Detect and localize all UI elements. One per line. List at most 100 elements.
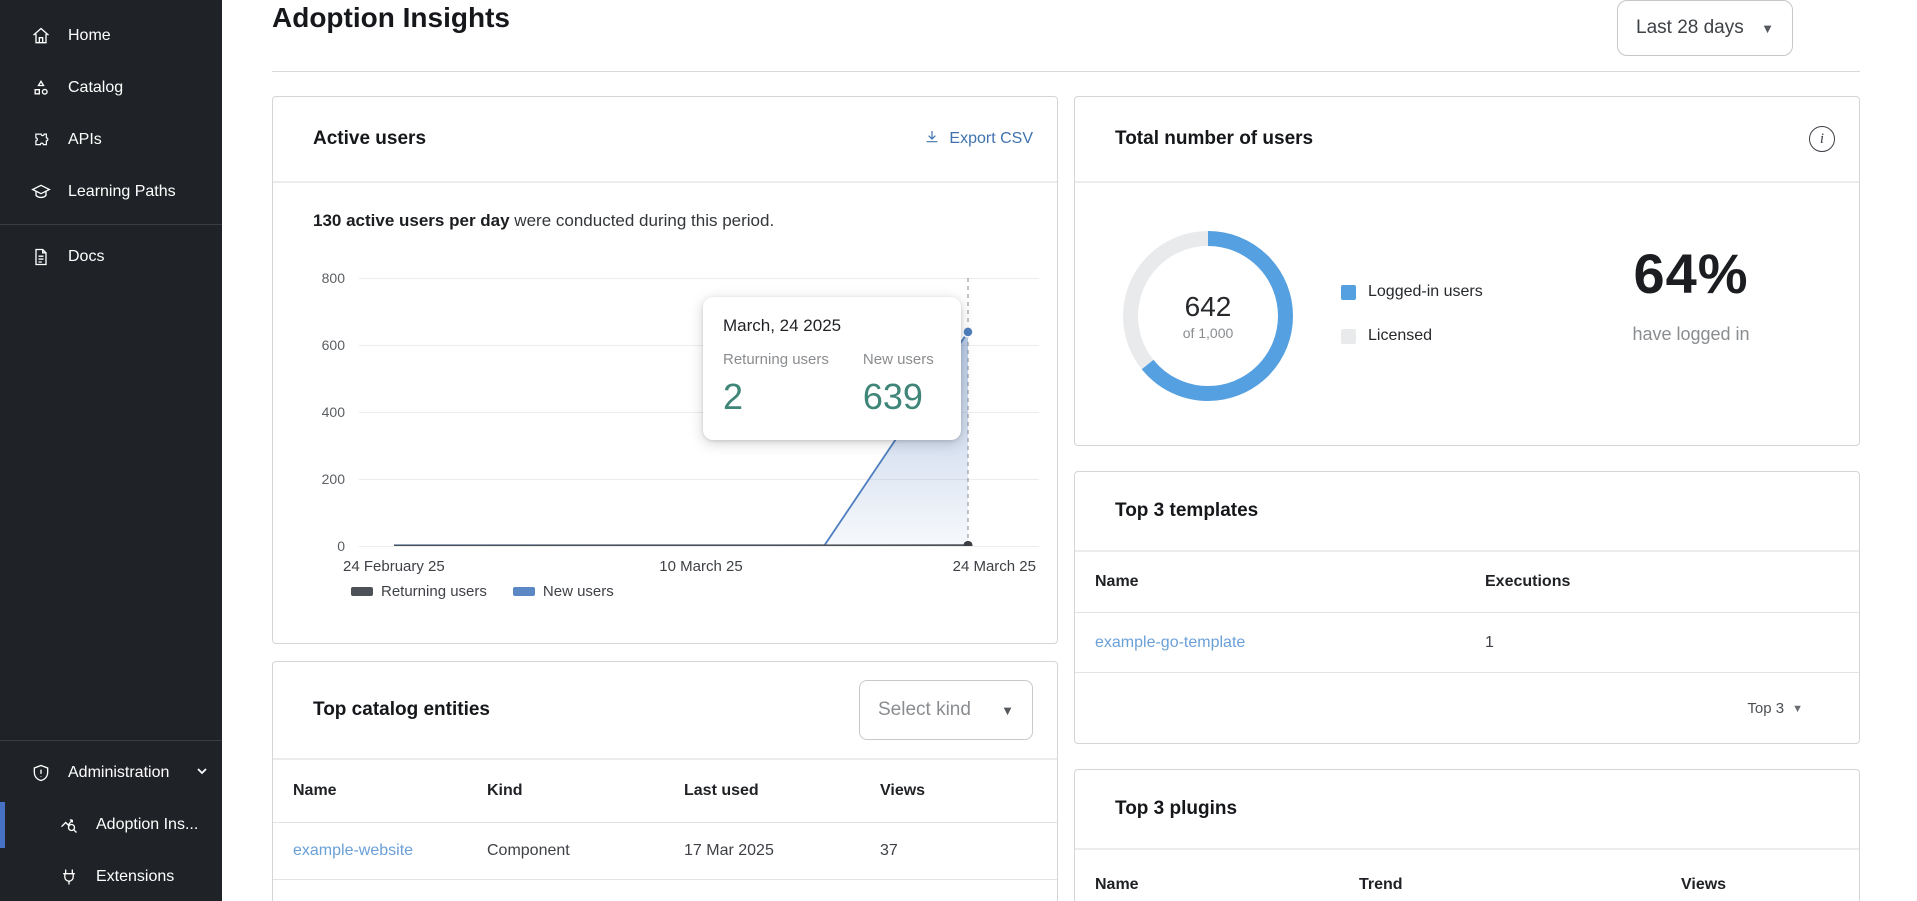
active-indicator xyxy=(0,802,5,848)
chart-headline: 130 active users per day were conducted … xyxy=(313,211,774,231)
donut-chart: 642 of 1,000 xyxy=(1123,231,1293,401)
table-header-row: Name Executions xyxy=(1075,552,1859,613)
y-axis-tick: 800 xyxy=(273,270,345,286)
percent-value: 64% xyxy=(1561,241,1821,306)
page-header: Adoption Insights Last 28 days ▼ xyxy=(272,0,1860,72)
sidebar-item-label: Home xyxy=(68,27,111,45)
adoption-insights-icon xyxy=(58,814,80,836)
rows-shown-label: Top 3 xyxy=(1747,700,1784,717)
tooltip-returning-users: Returning users 2 xyxy=(723,351,829,418)
top-plugins-card: Top 3 plugins Name Trend Views xyxy=(1074,769,1860,901)
learning-paths-icon xyxy=(30,181,52,203)
x-axis-tick: 10 March 25 xyxy=(641,558,761,575)
entity-link[interactable]: example-website xyxy=(293,842,487,860)
table-row: example-website Component 17 Mar 2025 37 xyxy=(273,823,1057,880)
column-header: Name xyxy=(1095,573,1485,591)
main-content: Adoption Insights Last 28 days ▼ Active … xyxy=(222,0,1917,901)
card-title: Total number of users xyxy=(1115,128,1313,150)
legend-item-licensed: Licensed xyxy=(1341,327,1483,345)
top-catalog-entities-card: Top catalog entities Select kind ▼ Name … xyxy=(272,661,1058,901)
legend-item-logged-in: Logged-in users xyxy=(1341,283,1483,301)
docs-icon xyxy=(30,246,52,268)
sidebar-item-adoption-insights[interactable]: Adoption Ins... xyxy=(0,799,222,851)
new-users-point[interactable] xyxy=(963,327,973,337)
column-header: Last used xyxy=(684,782,880,800)
template-link[interactable]: example-go-template xyxy=(1095,634,1485,652)
sidebar-item-administration[interactable]: Administration xyxy=(0,747,222,799)
select-kind-dropdown[interactable]: Select kind ▼ xyxy=(859,680,1033,740)
y-axis-tick: 200 xyxy=(273,471,345,487)
percent-caption: have logged in xyxy=(1561,324,1821,345)
cell-executions: 1 xyxy=(1485,634,1839,652)
export-csv-button[interactable]: Export CSV xyxy=(924,129,1033,150)
sidebar-item-catalog[interactable]: Catalog xyxy=(0,62,222,114)
x-axis-tick: 24 February 25 xyxy=(343,558,445,575)
sidebar-divider xyxy=(0,224,222,225)
card-title: Top 3 templates xyxy=(1115,500,1258,522)
catalog-icon xyxy=(30,77,52,99)
donut-legend: Logged-in users Licensed xyxy=(1341,283,1483,345)
legend-item-returning-users: Returning users xyxy=(351,583,487,600)
licensed-swatch xyxy=(1341,329,1356,344)
logged-in-swatch xyxy=(1341,285,1356,300)
sidebar-item-home[interactable]: Home xyxy=(0,10,222,62)
table-row: example-go-template 1 xyxy=(1075,613,1859,673)
top-templates-card: Top 3 templates Name Executions example-… xyxy=(1074,471,1860,744)
chart-legend: Returning users New users xyxy=(351,583,614,600)
sidebar: Home Catalog APIs Learning Paths Docs xyxy=(0,0,222,901)
sidebar-item-extensions[interactable]: Extensions xyxy=(0,851,222,901)
column-header: Trend xyxy=(1359,876,1681,894)
active-users-chart: 130 active users per day were conducted … xyxy=(273,183,1058,643)
column-header: Name xyxy=(293,782,487,800)
gridline xyxy=(359,546,1039,547)
card-title: Top 3 plugins xyxy=(1115,798,1237,820)
select-kind-placeholder: Select kind xyxy=(878,699,971,721)
sidebar-item-label: Administration xyxy=(68,764,169,782)
card-title: Top catalog entities xyxy=(313,699,490,721)
y-axis-tick: 600 xyxy=(273,337,345,353)
sidebar-item-label: APIs xyxy=(68,131,102,149)
cell-last-used: 17 Mar 2025 xyxy=(684,842,880,860)
sidebar-divider xyxy=(0,740,222,741)
table-pagination[interactable]: Top 3 ▼ xyxy=(1075,673,1859,744)
apis-icon xyxy=(30,129,52,151)
new-users-swatch xyxy=(513,587,535,596)
donut-value: 642 xyxy=(1185,291,1232,323)
table-header-row: Name Trend Views xyxy=(1075,850,1859,901)
download-icon xyxy=(924,129,940,150)
sidebar-item-apis[interactable]: APIs xyxy=(0,114,222,166)
column-header: Views xyxy=(1681,876,1839,894)
tooltip-new-users: New users 639 xyxy=(863,351,934,418)
info-icon[interactable]: i xyxy=(1809,126,1835,152)
shield-icon xyxy=(30,762,52,784)
legend-item-new-users: New users xyxy=(513,583,614,600)
table-header-row: Name Kind Last used Views xyxy=(273,760,1057,823)
sidebar-item-label: Catalog xyxy=(68,79,123,97)
sidebar-item-docs[interactable]: Docs xyxy=(0,231,222,283)
column-header: Name xyxy=(1095,876,1359,894)
sidebar-item-label: Learning Paths xyxy=(68,183,176,201)
y-axis-tick: 400 xyxy=(273,404,345,420)
tooltip-date: March, 24 2025 xyxy=(723,316,941,336)
caret-down-icon: ▼ xyxy=(1001,703,1014,718)
returning-users-swatch xyxy=(351,587,373,596)
chevron-down-icon xyxy=(195,764,209,783)
chart-tooltip: March, 24 2025 Returning users 2 New use… xyxy=(703,297,961,440)
column-header: Kind xyxy=(487,782,684,800)
caret-down-icon: ▼ xyxy=(1792,703,1803,715)
sidebar-item-label: Adoption Ins... xyxy=(96,816,198,834)
sidebar-item-learning-paths[interactable]: Learning Paths xyxy=(0,166,222,218)
active-users-card: Active users Export CSV 130 active users… xyxy=(272,96,1058,644)
card-title: Active users xyxy=(313,128,426,150)
column-header: Views xyxy=(880,782,1037,800)
column-header: Executions xyxy=(1485,573,1839,591)
sidebar-item-label: Extensions xyxy=(96,868,174,886)
date-range-select[interactable]: Last 28 days ▼ xyxy=(1617,0,1793,56)
cell-views: 37 xyxy=(880,842,1037,860)
donut-subvalue: of 1,000 xyxy=(1183,325,1234,341)
x-axis-tick: 24 March 25 xyxy=(953,558,1036,575)
date-range-value: Last 28 days xyxy=(1636,17,1744,39)
caret-down-icon: ▼ xyxy=(1761,21,1774,36)
plug-icon xyxy=(58,866,80,888)
sidebar-item-label: Docs xyxy=(68,248,104,266)
